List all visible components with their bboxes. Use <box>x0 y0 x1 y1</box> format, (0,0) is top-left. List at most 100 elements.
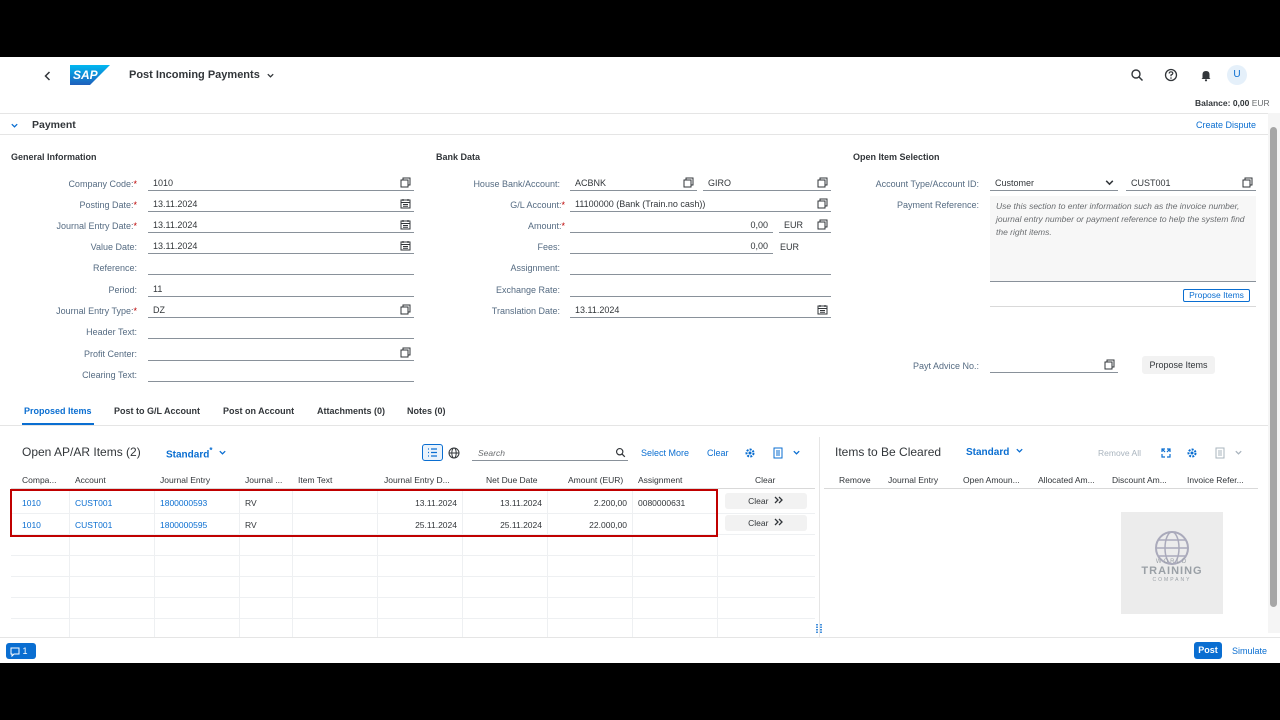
reference-field[interactable] <box>148 259 414 275</box>
variant-selector[interactable]: Standard* <box>166 446 227 460</box>
tab-post-on-account[interactable]: Post on Account <box>223 406 294 416</box>
search-input[interactable]: Search <box>472 445 628 461</box>
journal-entry-type-field[interactable]: DZ <box>148 302 414 318</box>
fees-field[interactable]: 0,00 <box>570 238 773 254</box>
value-date-field[interactable]: 13.11.2024 <box>148 238 414 254</box>
col-amount[interactable]: Amount (EUR) <box>568 475 623 485</box>
back-button[interactable] <box>42 69 54 81</box>
exchange-rate-field[interactable] <box>570 281 831 297</box>
general-info-title: General Information <box>11 152 97 162</box>
col-invoice-reference[interactable]: Invoice Refer... <box>1187 475 1244 485</box>
list-view-toggle[interactable] <box>422 444 443 461</box>
gear-icon <box>745 448 755 458</box>
journal-entry-date-field[interactable]: 13.11.2024 <box>148 217 414 233</box>
payment-reference-label: Payment Reference: <box>896 200 979 210</box>
tab-post-to-gl-account[interactable]: Post to G/L Account <box>114 406 200 416</box>
tab-proposed-items[interactable]: Proposed Items <box>24 406 92 416</box>
col-company[interactable]: Compa... <box>22 475 57 485</box>
company-code-field[interactable]: 1010 <box>148 175 414 191</box>
chevron-down-icon <box>1105 180 1114 186</box>
notifications-button[interactable] <box>1199 68 1213 82</box>
globe-toggle[interactable] <box>448 446 462 460</box>
cleared-variant-selector[interactable]: Standard <box>966 446 1024 458</box>
posting-date-field[interactable]: 13.11.2024 <box>148 196 414 212</box>
splitter[interactable] <box>819 437 820 637</box>
propose-items-button[interactable]: Propose Items <box>1142 356 1215 374</box>
value-help-icon[interactable] <box>400 177 411 188</box>
message-button[interactable]: 1 <box>6 643 36 659</box>
tab-bar-divider <box>0 425 1268 426</box>
house-account-field[interactable]: GIRO <box>703 175 831 191</box>
col-journal-entry[interactable]: Journal Entry <box>160 475 210 485</box>
value-help-icon[interactable] <box>1242 177 1253 188</box>
chevron-down-icon <box>1016 448 1023 453</box>
col-remove[interactable]: Remove <box>839 475 871 485</box>
sap-logo[interactable]: SAP <box>70 65 110 85</box>
app-title-menu[interactable]: Post Incoming Payments <box>129 69 275 81</box>
col-assignment[interactable]: Assignment <box>638 475 682 485</box>
payt-advice-field[interactable] <box>990 357 1118 373</box>
post-button[interactable]: Post <box>1194 642 1222 659</box>
propose-items-link-button[interactable]: Propose Items <box>1183 289 1250 302</box>
period-field[interactable]: 11 <box>148 281 414 297</box>
calendar-icon[interactable] <box>400 219 411 230</box>
assignment-field[interactable] <box>570 259 831 275</box>
calendar-icon[interactable] <box>400 198 411 209</box>
amount-currency-field[interactable]: EUR <box>779 217 831 233</box>
avatar[interactable]: U <box>1227 65 1247 85</box>
profit-center-field[interactable] <box>148 345 414 361</box>
col-net-due-date[interactable]: Net Due Date <box>486 475 538 485</box>
splitter-grip-icon[interactable] <box>815 623 823 635</box>
remove-all-button[interactable]: Remove All <box>1098 448 1141 458</box>
scrollbar-thumb[interactable] <box>1270 127 1277 607</box>
col-account[interactable]: Account <box>75 475 106 485</box>
col-journal-entry[interactable]: Journal Entry <box>888 475 938 485</box>
col-je-date[interactable]: Journal Entry D... <box>384 475 450 485</box>
export-menu-button[interactable] <box>772 446 802 460</box>
row-clear-button[interactable]: Clear <box>725 515 807 531</box>
search-placeholder: Search <box>478 448 505 458</box>
fullscreen-button[interactable] <box>1160 446 1174 460</box>
settings-button[interactable] <box>744 446 758 460</box>
value-help-icon[interactable] <box>817 198 828 209</box>
search-icon[interactable] <box>615 447 626 458</box>
gl-account-field[interactable]: 11100000 (Bank (Train.no cash)) <box>570 196 831 212</box>
calendar-icon[interactable] <box>400 240 411 251</box>
tab-attachments[interactable]: Attachments (0) <box>317 406 385 416</box>
col-discount-amount[interactable]: Discount Am... <box>1112 475 1167 485</box>
header-divider <box>824 488 1258 489</box>
value-help-icon[interactable] <box>1104 359 1115 370</box>
account-id-field[interactable]: CUST001 <box>1126 175 1256 191</box>
value-help-icon[interactable] <box>817 177 828 188</box>
col-open-amount[interactable]: Open Amoun... <box>963 475 1020 485</box>
col-clear[interactable]: Clear <box>755 475 775 485</box>
search-button[interactable] <box>1130 68 1144 82</box>
col-item-text[interactable]: Item Text <box>298 475 332 485</box>
clear-button[interactable]: Clear <box>707 448 729 458</box>
account-type-select[interactable]: Customer <box>990 175 1118 191</box>
calendar-icon[interactable] <box>817 304 828 315</box>
cleared-settings-button[interactable] <box>1186 446 1200 460</box>
balance-currency: EUR <box>1251 98 1270 108</box>
translation-date-field[interactable]: 13.11.2024 <box>570 302 831 318</box>
collapse-chevron-icon[interactable] <box>10 121 19 130</box>
house-bank-field[interactable]: ACBNK <box>570 175 697 191</box>
col-allocated-amount[interactable]: Allocated Am... <box>1038 475 1095 485</box>
cleared-export-button[interactable] <box>1214 446 1244 460</box>
value-help-icon[interactable] <box>817 219 828 230</box>
value-help-icon[interactable] <box>400 304 411 315</box>
value-help-icon[interactable] <box>683 177 694 188</box>
col-journal-type[interactable]: Journal ... <box>245 475 282 485</box>
payment-reference-textarea[interactable]: Use this section to enter information su… <box>990 196 1256 282</box>
tab-notes[interactable]: Notes (0) <box>407 406 446 416</box>
create-dispute-link[interactable]: Create Dispute <box>1196 120 1256 130</box>
vertical-scrollbar[interactable] <box>1268 113 1280 633</box>
amount-field[interactable]: 0,00 <box>570 217 773 233</box>
help-button[interactable] <box>1164 68 1178 82</box>
value-help-icon[interactable] <box>400 347 411 358</box>
clearing-text-field[interactable] <box>148 366 414 382</box>
simulate-button[interactable]: Simulate <box>1232 646 1267 656</box>
row-clear-button[interactable]: Clear <box>725 493 807 509</box>
select-more-button[interactable]: Select More <box>641 448 689 458</box>
header-text-field[interactable] <box>148 323 414 339</box>
